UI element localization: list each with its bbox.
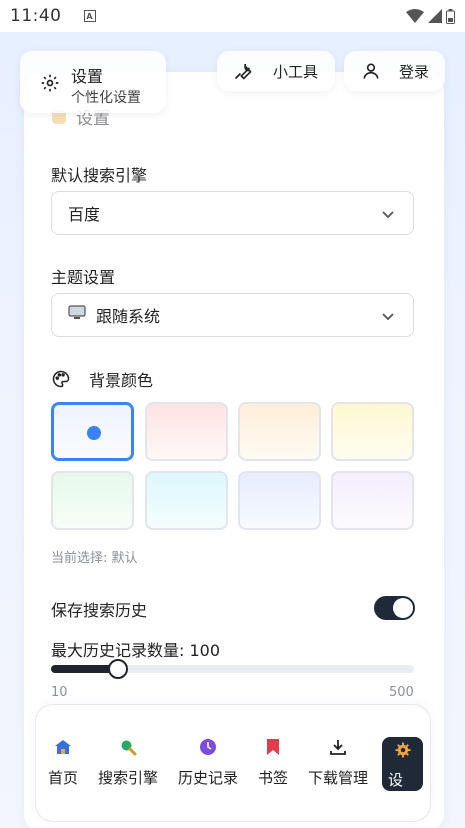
color-swatch-red[interactable] xyxy=(145,402,228,461)
signal-icon xyxy=(428,9,442,23)
background-color-label: 背景颜色 xyxy=(89,371,154,390)
user-icon xyxy=(361,61,381,85)
notification-icon: A xyxy=(83,10,96,22)
nav-home[interactable]: 首页 xyxy=(48,737,78,791)
color-swatch-cyan[interactable] xyxy=(145,471,228,530)
settings-chip-title: 设置 xyxy=(71,67,104,86)
status-bar: 11:40 A xyxy=(0,0,465,32)
slider-thumb[interactable] xyxy=(108,659,128,679)
search-icon xyxy=(118,737,138,757)
search-engine-select[interactable]: 百度 xyxy=(51,191,414,235)
theme-select[interactable]: 跟随系统 xyxy=(51,293,414,337)
login-button[interactable]: 登录 xyxy=(344,51,445,91)
nav-search-engine[interactable]: 搜索引擎 xyxy=(98,737,158,791)
save-history-label: 保存搜索历史 xyxy=(51,601,148,620)
max-history-label: 最大历史记录数量: 100 xyxy=(51,641,221,660)
search-engine-label: 默认搜索引擎 xyxy=(51,166,148,185)
clock-icon xyxy=(198,737,218,757)
chevron-down-icon xyxy=(381,308,395,327)
color-swatch-default[interactable] xyxy=(51,402,134,461)
color-swatch-blue[interactable] xyxy=(238,471,321,530)
color-swatch-yellow[interactable] xyxy=(331,402,414,461)
gear-icon xyxy=(40,73,60,97)
theme-value: 跟随系统 xyxy=(96,307,161,326)
status-time: 11:40 xyxy=(10,6,62,26)
color-swatch-purple[interactable] xyxy=(331,471,414,530)
slider-min-label: 10 xyxy=(51,685,68,700)
monitor-icon xyxy=(68,305,86,325)
status-icons xyxy=(406,8,455,24)
nav-bookmarks[interactable]: 书签 xyxy=(258,737,288,791)
nav-settings[interactable]: 设置 xyxy=(382,737,423,810)
wifi-icon xyxy=(406,9,424,23)
theme-label: 主题设置 xyxy=(51,268,116,287)
toggle-knob xyxy=(393,598,413,618)
home-icon xyxy=(53,737,73,757)
settings-chip-subtitle: 个性化设置 xyxy=(71,90,141,106)
palette-icon xyxy=(51,369,71,389)
download-icon xyxy=(328,737,348,757)
bookmark-icon xyxy=(263,737,283,757)
search-engine-value: 百度 xyxy=(68,205,101,224)
color-swatch-green[interactable] xyxy=(51,471,134,530)
nav-downloads[interactable]: 下载管理 xyxy=(308,737,368,791)
save-history-toggle[interactable] xyxy=(374,596,415,620)
login-label: 登录 xyxy=(399,63,430,81)
tools-label: 小工具 xyxy=(273,63,319,81)
chevron-down-icon xyxy=(381,206,395,225)
settings-chip[interactable]: 设置 个性化设置 xyxy=(20,51,166,113)
color-swatch-orange[interactable] xyxy=(238,402,321,461)
current-color-text: 当前选择: 默认 xyxy=(51,551,138,566)
gear-icon xyxy=(393,741,413,759)
wrench-icon xyxy=(233,61,253,85)
nav-history[interactable]: 历史记录 xyxy=(178,737,238,791)
max-history-slider[interactable] xyxy=(51,659,414,679)
bottom-navigation: 首页 搜索引擎 历史记录 书签 下载管理 设置 xyxy=(35,704,431,822)
background-color-label-row: 背景颜色 xyxy=(51,367,153,391)
battery-icon xyxy=(446,8,455,24)
selected-indicator xyxy=(87,426,101,440)
tools-button[interactable]: 小工具 xyxy=(217,51,335,91)
slider-max-label: 500 xyxy=(389,685,414,700)
